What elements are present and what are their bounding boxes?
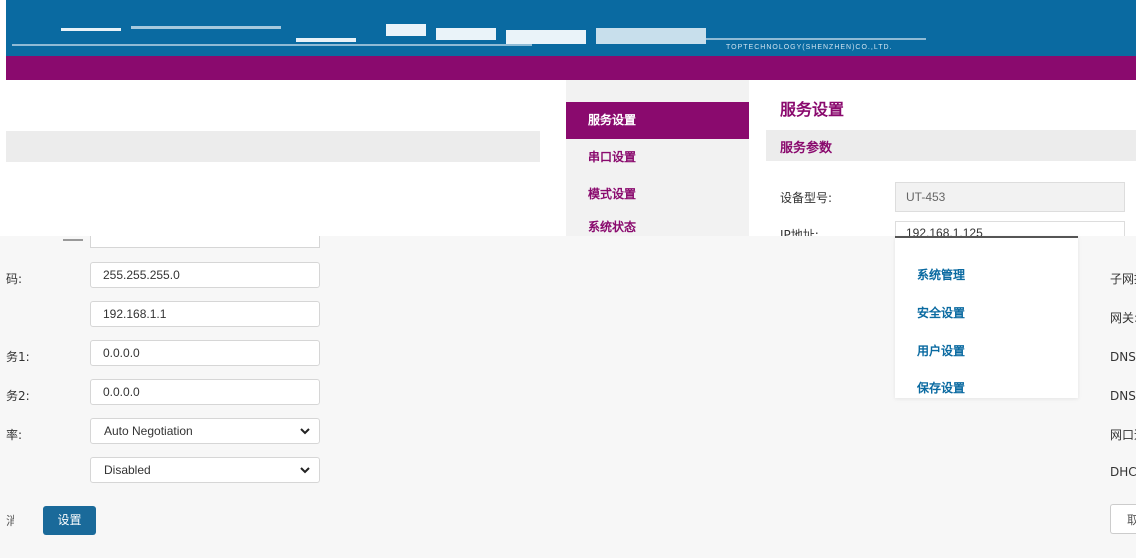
system-dropdown-menu: 系统管理 安全设置 用户设置 保存设置 — [895, 236, 1078, 398]
device-model-label: 设备型号: — [780, 191, 833, 205]
port-speed-label-right: 网口速 — [1110, 428, 1136, 442]
sidebar-item-mode-settings[interactable]: 模式设置 — [566, 176, 749, 213]
device-model-field: UT-453 — [895, 182, 1125, 212]
left-section-bar — [6, 131, 540, 162]
dns2-field[interactable]: 0.0.0.0 — [90, 379, 320, 405]
dns1-label: 务1: — [6, 350, 30, 364]
sidebar: 服务设置 串口设置 模式设置 系统状态 — [566, 80, 749, 248]
sidebar-item-serial-settings[interactable]: 串口设置 — [566, 139, 749, 176]
section-title: 服务参数 — [780, 141, 833, 156]
logo-block — [506, 30, 586, 44]
clipped-field — [90, 236, 320, 248]
gateway-label-right: 网关: — [1110, 311, 1136, 325]
gateway-field[interactable]: 192.168.1.1 — [90, 301, 320, 327]
dns1-field[interactable]: 0.0.0.0 — [90, 340, 320, 366]
dhcp-value: Disabled — [104, 463, 151, 477]
logo-block — [436, 28, 496, 40]
sidebar-item-service-settings[interactable]: 服务设置 — [566, 102, 749, 139]
menu-item-save-settings[interactable]: 保存设置 — [917, 379, 965, 396]
menu-item-system-management[interactable]: 系统管理 — [917, 266, 965, 283]
dhcp-label-right: DHCP — [1110, 465, 1136, 479]
subnet-mask-label-right: 子网掩 — [1110, 272, 1136, 286]
port-speed-label: 率: — [6, 428, 23, 442]
sidebar-item-system-status[interactable]: 系统状态 — [566, 218, 749, 236]
menu-item-user-settings[interactable]: 用户设置 — [917, 342, 965, 359]
port-speed-value: Auto Negotiation — [104, 424, 193, 438]
banner-glyph — [61, 28, 121, 31]
menu-item-security-settings[interactable]: 安全设置 — [917, 304, 965, 321]
cancel-button[interactable]: 取 — [1110, 504, 1136, 534]
logo-block — [596, 28, 706, 44]
page-title: 服务设置 — [780, 100, 845, 119]
dns1-label-right: DNS服 — [1110, 350, 1136, 364]
dns2-label: 务2: — [6, 389, 30, 403]
header-banner: TOPTECHNOLOGY(SHENZHEN)CO.,LTD. — [6, 0, 1136, 56]
company-name: TOPTECHNOLOGY(SHENZHEN)CO.,LTD. — [726, 44, 893, 51]
clipped-ip-row — [63, 236, 323, 248]
logo-block — [386, 24, 426, 36]
clipped-text — [63, 239, 83, 241]
banner-line — [12, 44, 532, 46]
chevron-down-icon — [300, 467, 310, 474]
ip-address-field[interactable]: 192.168.1.125 — [895, 221, 1125, 236]
set-button[interactable]: 设置 — [43, 506, 96, 535]
port-speed-select[interactable]: Auto Negotiation — [90, 418, 320, 444]
banner-glyph — [131, 26, 281, 29]
nav-bar — [6, 56, 1136, 80]
cancel-button-partial[interactable]: 消 — [6, 507, 14, 535]
dns2-label-right: DNS服 — [1110, 389, 1136, 403]
subnet-mask-label: 码: — [6, 272, 23, 286]
subnet-mask-field[interactable]: 255.255.255.0 — [90, 262, 320, 288]
ip-address-label: IP地址: — [780, 228, 819, 236]
dhcp-select[interactable]: Disabled — [90, 457, 320, 483]
banner-line — [706, 38, 926, 40]
chevron-down-icon — [300, 428, 310, 435]
banner-glyph — [296, 38, 356, 42]
